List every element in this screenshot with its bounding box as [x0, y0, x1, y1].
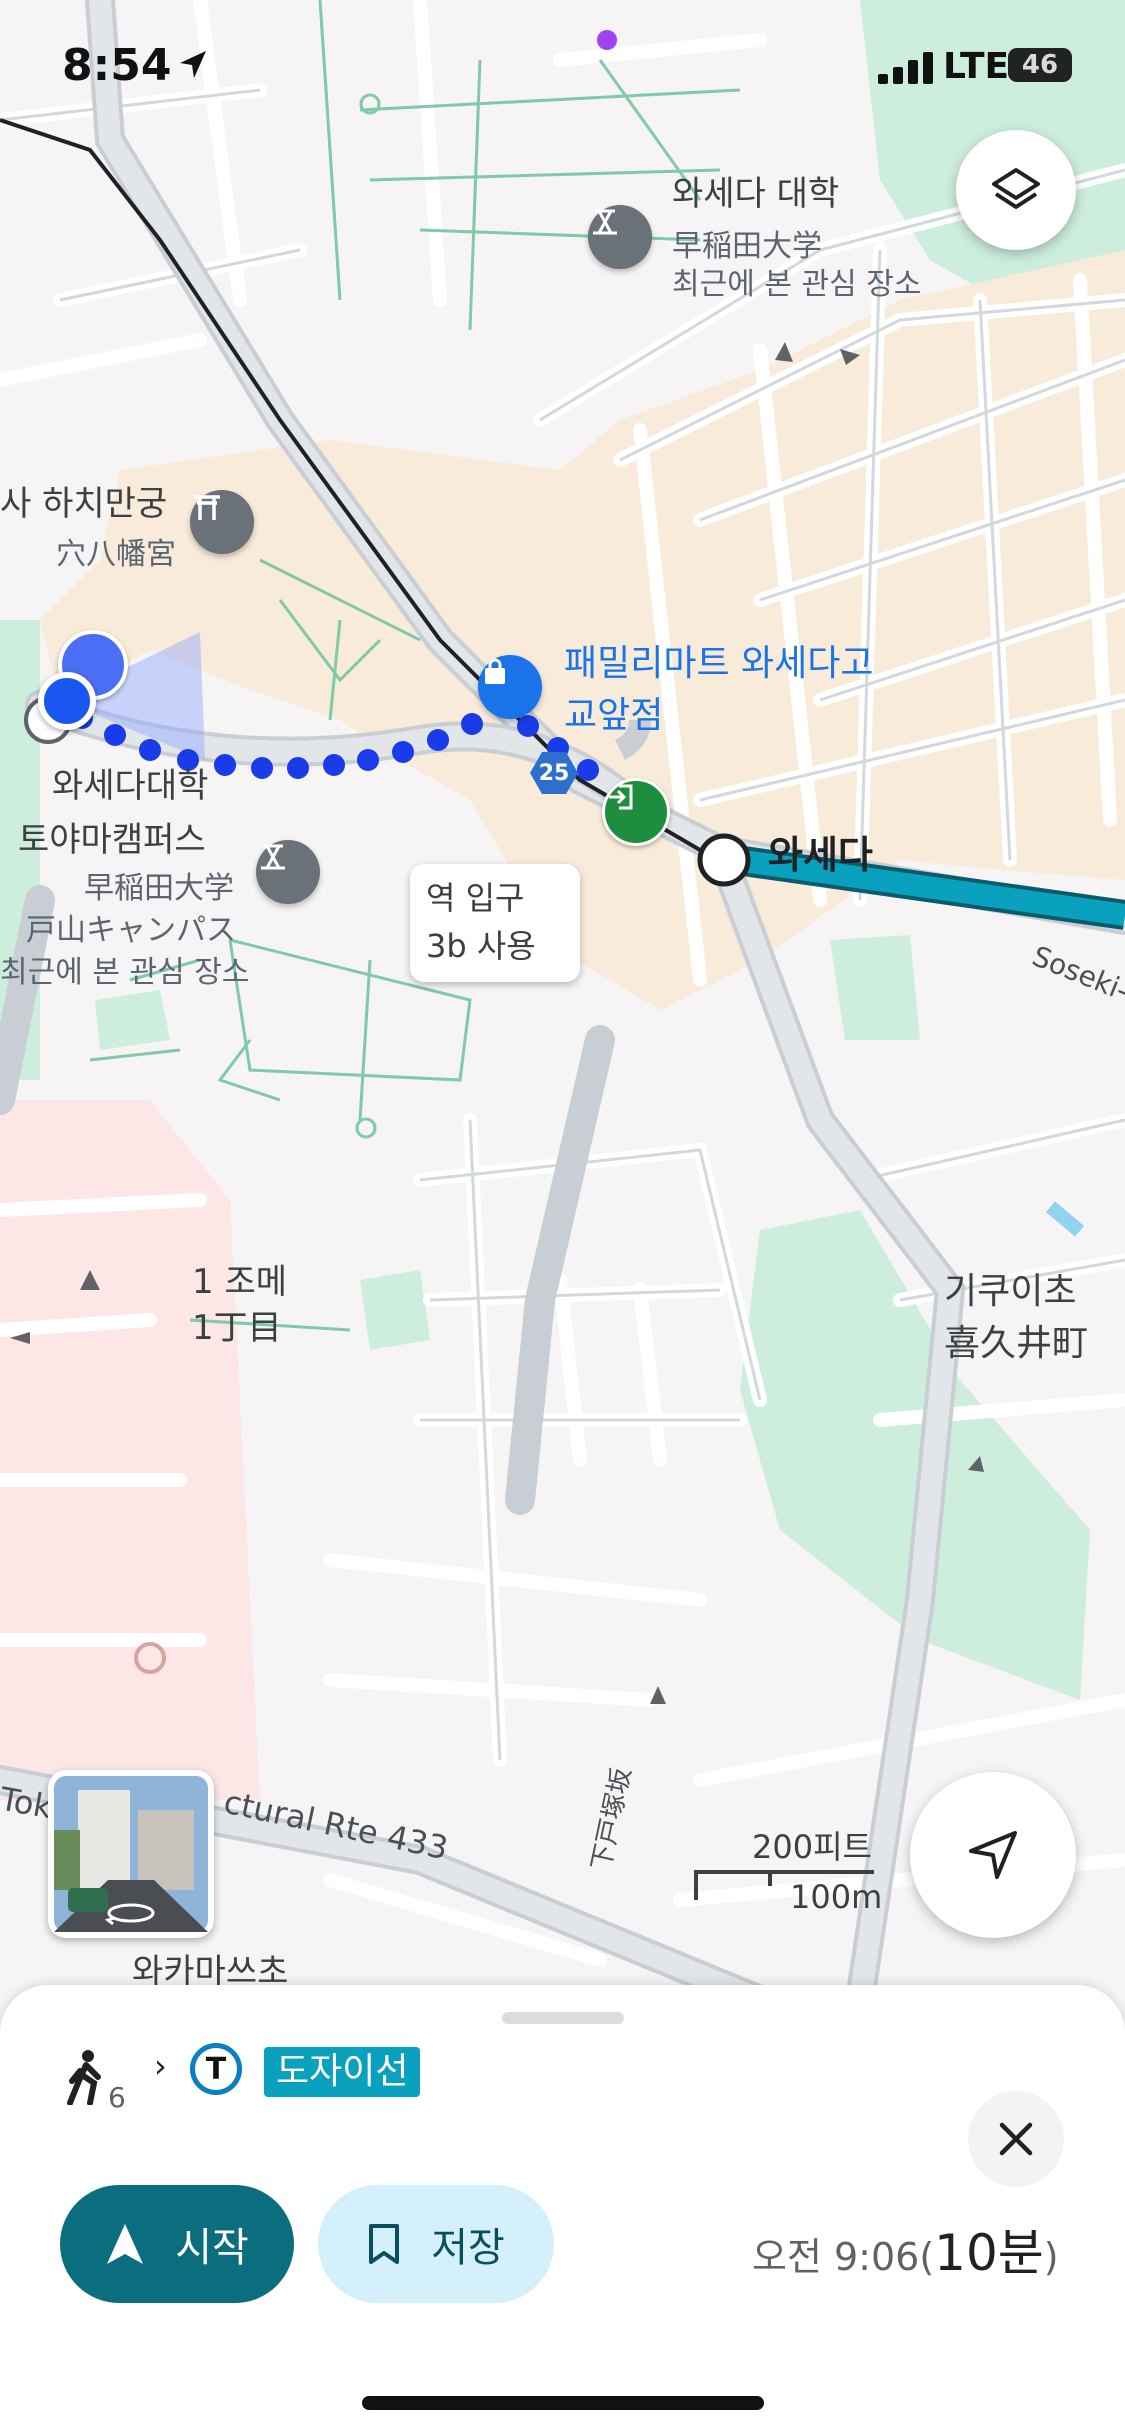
- station-entrance-icon[interactable]: [602, 778, 670, 846]
- station-entrance-callout: 역 입구 3b 사용: [410, 864, 580, 982]
- map-layers-button[interactable]: [956, 130, 1076, 250]
- route-433-label-left: Tok: [0, 1779, 56, 1827]
- recenter-button[interactable]: [910, 1772, 1076, 1938]
- map-scale-bar: 200피트 100m: [690, 1822, 883, 1922]
- rotate-360-icon: [104, 1903, 155, 1926]
- navigation-arrow-icon: [969, 1831, 1017, 1879]
- map-graphics: [0, 0, 1125, 2000]
- shopping-bag-pin-icon[interactable]: [478, 655, 542, 719]
- waseda-university-label: 와세다 대학: [672, 174, 840, 214]
- subway-icon: T: [190, 2043, 242, 2095]
- callout-line-1: 역 입구: [426, 879, 525, 917]
- chome-label: 1 조메: [192, 1262, 287, 1302]
- location-arrow-icon: [180, 51, 206, 78]
- toyama-campus-ja-label-1: 早稲田大学: [84, 871, 234, 906]
- start-label: 시작: [175, 2225, 249, 2271]
- waseda-university-ja-label: 早稲田大学: [672, 229, 822, 264]
- save-button[interactable]: 저장: [318, 2185, 554, 2303]
- campus-pin-icon[interactable]: [256, 840, 320, 904]
- current-location-dot[interactable]: [38, 672, 96, 730]
- station-label-waseda[interactable]: 와세다: [768, 836, 873, 874]
- university-pin-icon[interactable]: [588, 205, 652, 269]
- toyama-campus-recent-label: 최근에 본 관심 장소: [0, 955, 250, 990]
- start-navigation-button[interactable]: 시작: [60, 2185, 294, 2303]
- line-name-badge: 도자이선: [264, 2047, 421, 2097]
- familymart-label-2: 교앞점: [564, 695, 664, 736]
- chevron-right-icon: ›: [154, 2047, 167, 2085]
- arrival-summary: 오전 9:06(10분): [752, 2213, 1059, 2285]
- home-indicator[interactable]: [362, 2396, 764, 2410]
- kikuicho-label: 기쿠이초: [944, 1271, 1077, 1312]
- battery-icon: 46: [1008, 48, 1072, 82]
- scale-meters-label: 100m: [790, 1878, 883, 1916]
- close-icon: [999, 2122, 1033, 2156]
- chome-ja-label: 1丁目: [192, 1308, 282, 1348]
- status-bar: 8:54 LTE 46: [0, 0, 1125, 130]
- toyama-campus-label-1: 와세다대학: [52, 766, 209, 806]
- shrine-pin-icon[interactable]: [190, 490, 254, 554]
- sheet-grabber[interactable]: [502, 2012, 624, 2024]
- arrival-close-paren: ): [1043, 2235, 1059, 2279]
- arrival-time: 오전 9:06(: [752, 2235, 935, 2279]
- signal-bars-icon: [878, 52, 933, 84]
- map-canvas[interactable]: 25 와세다 대학 早稲田大学 최근에 본 관심 장소 사 하치만궁 穴八幡宮 …: [0, 0, 1125, 2000]
- layers-icon: [992, 168, 1040, 209]
- close-button[interactable]: [968, 2091, 1064, 2187]
- walk-minutes: 6: [108, 2081, 126, 2114]
- toyama-campus-label-2: 토야마캠퍼스: [18, 820, 206, 860]
- walking-person-icon: [67, 2050, 101, 2105]
- familymart-label-1: 패밀리마트 와세다고: [564, 643, 874, 684]
- trip-duration: 10분: [934, 2224, 1044, 2282]
- kikuicho-ja-label: 喜久井町: [944, 1323, 1089, 1364]
- scale-feet-label: 200피트: [752, 1828, 872, 1866]
- waseda-university-recent-label: 최근에 본 관심 장소: [672, 267, 922, 302]
- toyama-campus-ja-label-2: 戸山キャンパス: [26, 913, 236, 948]
- bookmark-icon: [369, 2224, 400, 2264]
- network-type-label: LTE: [943, 46, 1010, 87]
- save-label: 저장: [431, 2225, 505, 2271]
- status-time: 8:54: [62, 40, 172, 91]
- navigation-icon: [107, 2224, 144, 2264]
- hachiman-shrine-label: 사 하치만궁: [0, 484, 168, 524]
- street-view-thumbnail[interactable]: [48, 1770, 214, 1938]
- hachiman-shrine-ja-label: 穴八幡宮: [56, 537, 176, 572]
- route-bottom-sheet[interactable]: 6 › T 도자이선 시작 저장 오전 9:06(10분): [0, 1985, 1125, 2436]
- callout-line-2: 3b 사용: [426, 927, 536, 965]
